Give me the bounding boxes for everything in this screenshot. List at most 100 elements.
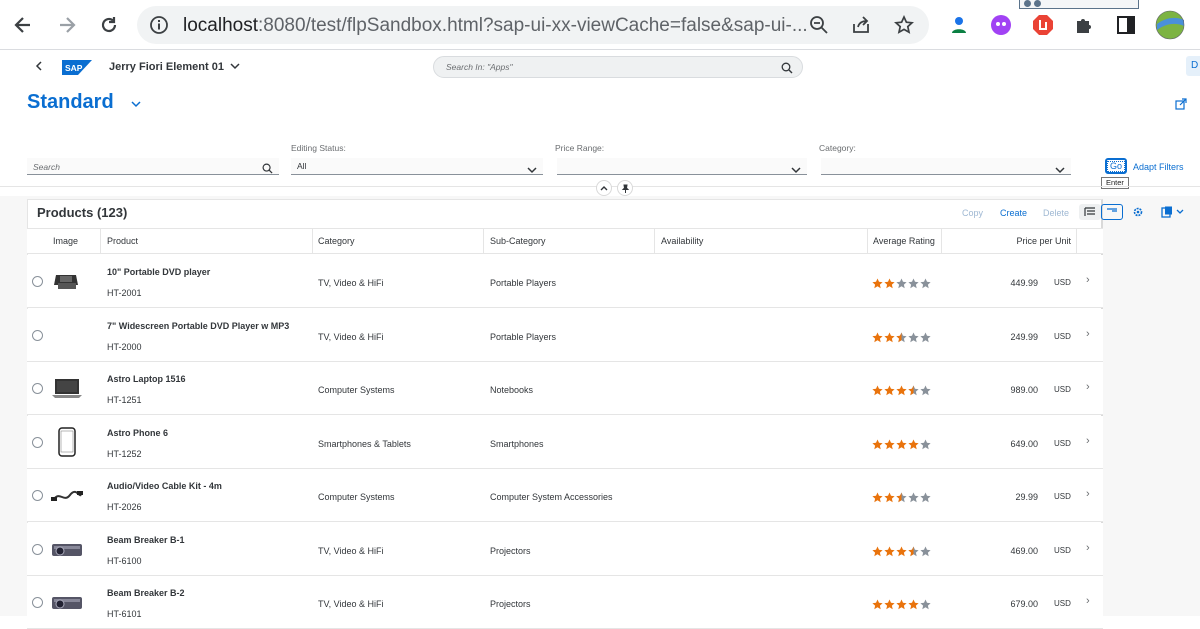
site-info-icon[interactable] bbox=[149, 15, 169, 40]
column-header-price[interactable]: Price per Unit bbox=[990, 236, 1071, 246]
forward-arrow-icon[interactable] bbox=[52, 10, 82, 40]
rating-indicator bbox=[872, 383, 931, 401]
product-id: HT-1251 bbox=[107, 395, 142, 405]
table-row[interactable]: Astro Laptop 1516 HT-1251 Computer Systems… bbox=[27, 362, 1103, 415]
star-icon bbox=[884, 383, 895, 401]
pin-header-button[interactable] bbox=[617, 180, 633, 196]
variant-chevron-down-icon[interactable] bbox=[131, 100, 141, 108]
share-page-icon[interactable] bbox=[851, 15, 871, 40]
product-image bbox=[51, 374, 83, 402]
shell-back-button[interactable] bbox=[34, 59, 44, 76]
product-price: 649.00 bbox=[1010, 438, 1038, 449]
profile-avatar-icon[interactable] bbox=[1155, 10, 1185, 40]
row-navigation-chevron-icon[interactable]: › bbox=[1086, 435, 1090, 447]
share-icon[interactable] bbox=[1175, 98, 1187, 110]
product-name: 10" Portable DVD player bbox=[107, 267, 211, 277]
rating-indicator bbox=[872, 490, 931, 508]
filter-search-placeholder: Search bbox=[33, 162, 60, 172]
sap-logo[interactable]: SAP bbox=[62, 60, 92, 75]
table-row[interactable]: Beam Breaker B-2 HT-6101 TV, Video & HiFi P… bbox=[27, 576, 1103, 629]
column-header-availability[interactable]: Availability bbox=[661, 236, 703, 246]
editing-status-select[interactable]: All bbox=[291, 158, 543, 175]
star-icon bbox=[896, 437, 907, 455]
product-currency: USD bbox=[1054, 492, 1071, 501]
column-header-rating[interactable]: Average Rating bbox=[873, 236, 935, 246]
zoom-icon[interactable] bbox=[809, 15, 829, 40]
collapse-header-button[interactable] bbox=[596, 180, 612, 196]
row-navigation-chevron-icon[interactable]: › bbox=[1086, 542, 1090, 554]
side-panel-icon[interactable] bbox=[1113, 12, 1139, 38]
bookmark-star-icon[interactable] bbox=[894, 14, 914, 40]
shell-search-input[interactable]: Search In: "Apps" bbox=[433, 56, 803, 78]
row-navigation-chevron-icon[interactable]: › bbox=[1086, 595, 1090, 607]
go-button[interactable]: Go bbox=[1105, 158, 1127, 174]
product-image bbox=[51, 267, 83, 295]
chevron-down-icon[interactable] bbox=[527, 161, 537, 179]
row-select-radio[interactable] bbox=[32, 383, 43, 394]
row-navigation-chevron-icon[interactable]: › bbox=[1086, 381, 1090, 393]
purple-extension-icon[interactable] bbox=[988, 12, 1014, 38]
copy-button[interactable]: Copy bbox=[962, 208, 983, 218]
product-subcategory: Notebooks bbox=[490, 385, 534, 395]
variant-title[interactable]: Standard bbox=[27, 91, 114, 114]
product-name: Audio/Video Cable Kit - 4m bbox=[107, 481, 222, 491]
category-select[interactable] bbox=[821, 158, 1071, 175]
column-header-product[interactable]: Product bbox=[107, 236, 138, 246]
row-select-radio[interactable] bbox=[32, 543, 43, 555]
app-title[interactable]: Jerry Fiori Element 01 bbox=[109, 61, 240, 73]
product-name: 7" Widescreen Portable DVD Player w MP3 bbox=[107, 320, 290, 331]
star-icon bbox=[908, 276, 919, 294]
product-image bbox=[51, 481, 83, 509]
back-arrow-icon[interactable] bbox=[8, 10, 38, 40]
table-row[interactable]: 7" Widescreen Portable DVD Player w MP3 H… bbox=[27, 308, 1103, 362]
row-select-radio[interactable] bbox=[32, 436, 43, 448]
settings-gear-icon[interactable] bbox=[1127, 204, 1149, 220]
column-header-category[interactable]: Category bbox=[318, 236, 355, 246]
table-row[interactable]: Beam Breaker B-1 HT-6100 TV, Video & HiFi P… bbox=[27, 522, 1103, 576]
reload-icon[interactable] bbox=[94, 10, 124, 40]
user-avatar[interactable]: D bbox=[1186, 56, 1200, 76]
table-type-list-icon[interactable] bbox=[1079, 204, 1101, 220]
chevron-down-icon[interactable] bbox=[1055, 161, 1065, 179]
column-header-subcategory[interactable]: Sub-Category bbox=[490, 236, 546, 246]
star-icon bbox=[884, 597, 895, 615]
chevron-up-icon bbox=[600, 186, 608, 191]
extensions-puzzle-icon[interactable] bbox=[1071, 12, 1097, 38]
row-select-radio[interactable] bbox=[32, 329, 43, 341]
star-icon bbox=[908, 383, 919, 401]
price-range-label: Price Range: bbox=[555, 143, 605, 153]
search-icon[interactable] bbox=[262, 161, 273, 179]
table-row[interactable]: Audio/Video Cable Kit - 4m HT-2026 Compute… bbox=[27, 469, 1103, 522]
adblock-extension-icon[interactable] bbox=[1030, 12, 1056, 38]
table-row[interactable]: Astro Phone 6 HT-1252 Smartphones & Tablet… bbox=[27, 415, 1103, 469]
product-name: Beam Breaker B-2 bbox=[107, 588, 185, 598]
table-type-grid-icon[interactable] bbox=[1101, 204, 1123, 220]
rating-indicator bbox=[872, 544, 931, 562]
create-button[interactable]: Create bbox=[1000, 208, 1027, 218]
row-navigation-chevron-icon[interactable]: › bbox=[1086, 274, 1090, 286]
table-title: Products (123) bbox=[37, 205, 128, 220]
address-bar[interactable]: localhost:8080/test/flpSandbox.html?sap-… bbox=[137, 6, 929, 44]
row-navigation-chevron-icon[interactable]: › bbox=[1086, 488, 1090, 500]
adapt-filters-button[interactable]: Adapt Filters bbox=[1133, 162, 1184, 172]
row-select-radio[interactable] bbox=[32, 276, 43, 287]
url-text[interactable]: localhost:8080/test/flpSandbox.html?sap-… bbox=[183, 15, 808, 37]
row-navigation-chevron-icon[interactable]: › bbox=[1086, 328, 1090, 340]
product-id: HT-1252 bbox=[107, 448, 142, 459]
user-extension-icon[interactable] bbox=[946, 12, 972, 38]
product-id: HT-2001 bbox=[107, 288, 142, 298]
app-title-text: Jerry Fiori Element 01 bbox=[109, 61, 224, 73]
star-icon bbox=[872, 276, 883, 294]
chevron-down-icon[interactable] bbox=[791, 161, 801, 179]
column-header-image[interactable]: Image bbox=[53, 236, 78, 246]
filter-search-input[interactable]: Search bbox=[27, 158, 279, 175]
price-range-select[interactable] bbox=[557, 158, 807, 175]
table-row[interactable]: 10" Portable DVD player HT-2001 TV, Video … bbox=[27, 255, 1103, 308]
row-select-radio[interactable] bbox=[32, 597, 43, 608]
delete-button[interactable]: Delete bbox=[1043, 208, 1069, 218]
star-icon bbox=[896, 276, 907, 294]
row-select-radio[interactable] bbox=[32, 490, 43, 501]
export-menu-icon[interactable] bbox=[1156, 204, 1190, 220]
search-icon[interactable] bbox=[781, 61, 793, 79]
product-currency: USD bbox=[1054, 278, 1071, 287]
